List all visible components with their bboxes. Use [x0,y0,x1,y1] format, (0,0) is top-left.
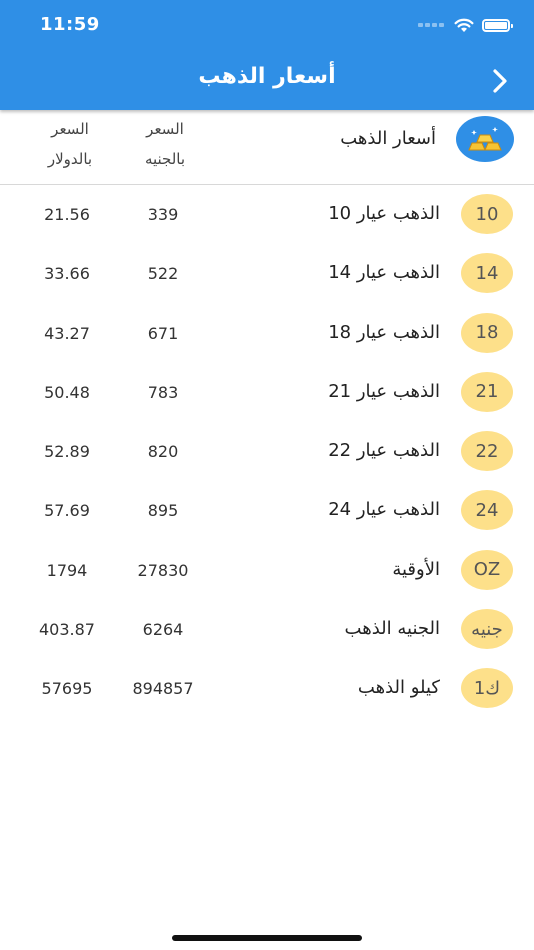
price-usd: 52.89 [44,442,90,462]
karat-badge: 1ك [461,668,513,709]
item-name: الذهب عيار 22 [328,440,440,462]
karat-badge: 18 [461,312,513,353]
chevron-right-icon[interactable] [488,66,512,96]
page-title: أسعار الذهب [198,64,336,89]
column-header-usd: السعر بالدولار [47,120,93,168]
karat-badge: OZ [461,549,513,590]
item-name: الذهب عيار 18 [328,321,440,343]
price-list: 10 الذهب عيار 10 339 21.56 14 الذهب عيار… [0,185,534,719]
item-name: الذهب عيار 10 [328,203,440,224]
list-item[interactable]: 24 الذهب عيار 24 895 57.69 [0,481,534,540]
item-name: الأوقية [392,558,440,580]
item-name: الذهب عيار 24 [328,499,440,521]
list-item[interactable]: 22 الذهب عيار 22 820 52.89 [0,422,534,481]
wifi-icon [454,18,474,32]
karat-badge: 14 [461,253,513,294]
karat-badge: 24 [461,490,513,531]
karat-badge: 22 [461,431,513,472]
gold-bars-icon [456,116,514,162]
price-usd: 50.48 [44,382,90,402]
item-name: الذهب عيار 21 [328,380,440,402]
list-item[interactable]: 18 الذهب عيار 18 671 43.27 [0,304,534,363]
status-time: 11:59 [40,14,100,35]
price-usd: 43.27 [44,323,90,343]
price-usd: 21.56 [44,205,90,224]
signal-icon [418,23,444,27]
karat-badge: 10 [461,194,513,234]
price-egp: 27830 [137,560,189,580]
app-header: 11:59 أسعار الذهب [0,0,534,110]
home-indicator[interactable] [172,935,362,941]
price-egp: 895 [147,501,179,521]
price-egp: 522 [147,264,179,284]
item-name: كيلو الذهب [357,677,440,699]
item-name: الجنيه الذهب [344,618,440,640]
price-usd: 57.69 [44,501,90,521]
price-egp: 6264 [142,620,184,640]
status-icons [418,15,513,35]
price-egp: 820 [147,442,179,462]
list-item[interactable]: 10 الذهب عيار 10 339 21.56 [0,185,534,244]
column-header-egp: السعر بالجنيه [144,120,186,168]
list-item[interactable]: 21 الذهب عيار 21 783 50.48 [0,363,534,422]
list-item[interactable]: OZ الأوقية 27830 1794 [0,541,534,600]
list-item[interactable]: 1ك كيلو الذهب 894857 57695 [0,659,534,718]
karat-badge: 21 [461,371,513,412]
battery-icon [482,18,513,32]
price-egp: 783 [147,382,179,402]
list-item[interactable]: جنيه الجنيه الذهب 6264 403.87 [0,600,534,659]
price-usd: 1794 [46,560,88,580]
header-title: أسعار الذهب [340,128,436,149]
price-egp: 894857 [132,679,194,699]
price-usd: 57695 [41,679,93,699]
price-egp: 339 [147,205,179,224]
price-usd: 403.87 [39,620,95,640]
table-header: السعر بالدولار السعر بالجنيه أسعار الذهب [0,112,534,184]
price-egp: 671 [147,323,179,343]
item-name: الذهب عيار 14 [328,262,440,284]
list-item[interactable]: 14 الذهب عيار 14 522 33.66 [0,244,534,303]
karat-badge: جنيه [461,609,513,650]
price-usd: 33.66 [44,264,90,284]
